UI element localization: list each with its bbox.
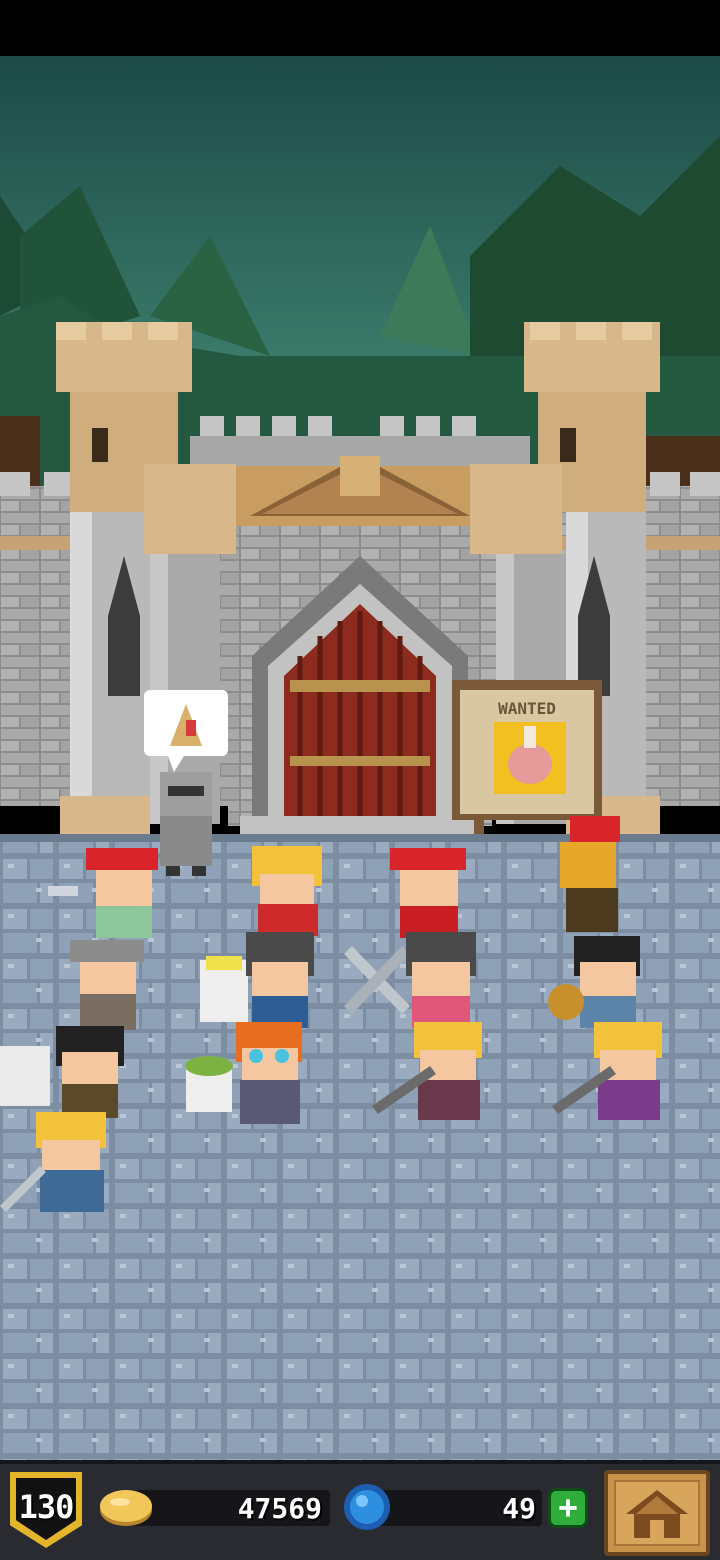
hero-blonde-1[interactable] [252, 846, 322, 936]
hero-orange-goggles[interactable] [236, 1022, 302, 1124]
hero-dark-hair-blue[interactable] [246, 932, 314, 1028]
coin-amount: 47569 [237, 1492, 322, 1525]
pet-green-plant[interactable] [185, 1056, 233, 1112]
gem-amount: 49 [502, 1492, 536, 1525]
blue-gem-icon [344, 1484, 390, 1530]
status-bar [0, 0, 720, 56]
home-icon [626, 1490, 688, 1538]
wanted-label: WANTED [498, 699, 556, 718]
hero-dark-hair-pink[interactable] [406, 932, 476, 1028]
game-screen: WANTED 130 47569 49 + [0, 0, 720, 1560]
player-level: 130 [18, 1488, 75, 1526]
hud-bar: 130 47569 49 + [0, 1460, 720, 1560]
gold-coin-icon [100, 1490, 152, 1526]
gem-counter[interactable]: 49 + [342, 1482, 592, 1534]
hero-knight-gray[interactable] [160, 772, 212, 876]
home-button[interactable] [604, 1470, 710, 1556]
buy-gems-button[interactable]: + [548, 1488, 588, 1528]
pet-white-chick[interactable] [200, 956, 248, 1022]
hero-red-cap-2[interactable] [390, 848, 466, 938]
hero-gray-hat[interactable] [70, 940, 144, 1030]
castle-scene[interactable]: WANTED [0, 56, 720, 1460]
player-level-badge[interactable]: 130 [10, 1472, 82, 1548]
meat-icon [508, 744, 552, 784]
coin-counter[interactable]: 47569 [98, 1482, 330, 1534]
